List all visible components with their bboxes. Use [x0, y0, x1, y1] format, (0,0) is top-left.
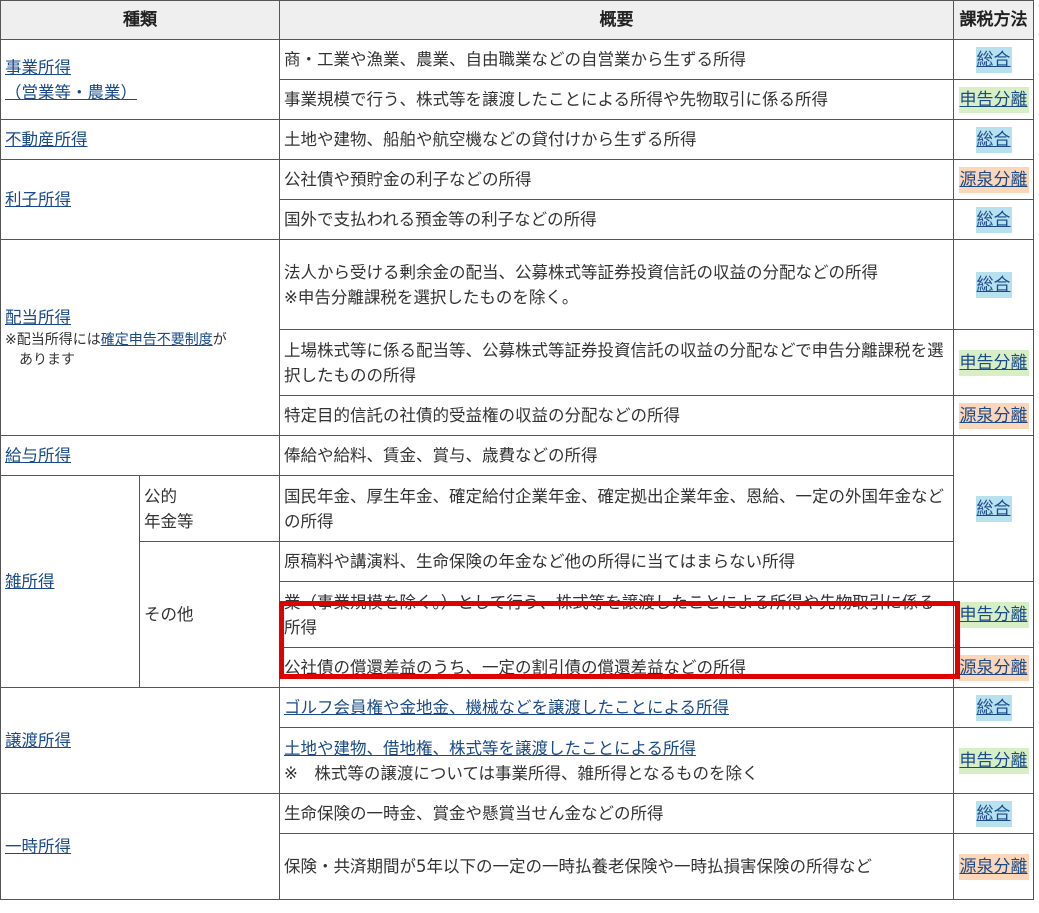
tax-cell: 源泉分離: [953, 159, 1034, 200]
tax-cell: 総合: [953, 687, 1034, 728]
table-row: 利子所得 公社債や預貯金の利子などの所得 源泉分離: [0, 159, 1034, 240]
tax-link-sogo[interactable]: 総合: [975, 46, 1012, 73]
type-cell-rishi: 利子所得: [0, 159, 280, 240]
tax-link-sogo[interactable]: 総合: [975, 495, 1012, 522]
summary-cell: 国外で支払われる預金等の利子などの所得: [279, 199, 954, 240]
tax-cell: 総合: [953, 239, 1034, 330]
income-types-table: 種類 概要 課税方法 事業所得 （営業等・農業） 商・工業や漁業、農業、自由職業…: [0, 0, 1034, 900]
table-row: 給与所得 俸給や給料、賃金、賞与、歳費などの所得 総合: [0, 435, 1034, 582]
tax-cell: 総合: [953, 39, 1034, 80]
type-cell-jigyo: 事業所得 （営業等・農業）: [0, 39, 280, 120]
summary-cell: 土地や建物、借地権、株式等を譲渡したことによる所得 ※ 株式等の譲渡については事…: [279, 727, 954, 794]
tax-link-sogo[interactable]: 総合: [975, 694, 1012, 721]
link-rishi-shotoku[interactable]: 利子所得: [5, 190, 71, 209]
tax-link-sogo[interactable]: 総合: [975, 126, 1012, 153]
tax-cell: 源泉分離: [953, 647, 1034, 688]
table-row: 配当所得 ※配当所得には確定申告不要制度が あります 法人から受ける剰余金の配当…: [0, 239, 1034, 436]
header-summary: 概要: [279, 0, 954, 40]
table-row: その他 原稿料や講演料、生命保険の年金など他の所得に当てはまらない所得: [1, 541, 1034, 688]
type-cell-kyuyo: 給与所得: [0, 435, 280, 476]
tax-cell: 源泉分離: [953, 833, 1034, 900]
type-cell-haito: 配当所得 ※配当所得には確定申告不要制度が あります: [0, 239, 280, 436]
tax-link-sogo[interactable]: 総合: [975, 206, 1012, 233]
table-row: 不動産所得 土地や建物、船舶や航空機などの貸付けから生ずる所得 総合: [0, 119, 1034, 160]
summary-cell: 上場株式等に係る配当等、公募株式等証券投資信託の収益の分配などで申告分離課税を選…: [279, 329, 954, 396]
table-row: 雑所得 公的 年金等 国民年金、厚生年金、確定給付企業年金、確定拠出企業年金、恩…: [0, 475, 1034, 688]
summary-cell: ゴルフ会員権や金地金、機械などを譲渡したことによる所得: [279, 687, 954, 728]
tax-link-shinkoku[interactable]: 申告分離: [958, 747, 1029, 774]
subtype-cell-sonota: その他: [139, 541, 280, 688]
link-joto-shotoku[interactable]: 譲渡所得: [5, 731, 71, 750]
table-row: 一時所得 生命保険の一時金、賞金や懸賞当せん金などの所得 総合: [0, 793, 1034, 900]
tax-cell: 総合: [953, 793, 1034, 834]
summary-cell-highlighted: 業（事業規模を除く。）として行う、株式等を譲渡したことによる所得や先物取引に係る…: [279, 581, 954, 648]
link-land-buildings[interactable]: 土地や建物、借地権、株式等を譲渡したことによる所得: [284, 739, 696, 758]
summary-cell: 国民年金、厚生年金、確定給付企業年金、確定拠出企業年金、恩給、一定の外国年金など…: [279, 475, 954, 542]
subtype-cell-koteki: 公的 年金等: [139, 475, 280, 542]
tax-link-sogo[interactable]: 総合: [975, 271, 1012, 298]
link-zatsu-shotoku[interactable]: 雑所得: [5, 572, 55, 591]
link-eigyo-nogyo[interactable]: （営業等・農業）: [5, 83, 137, 102]
link-jigyo-shotoku[interactable]: 事業所得: [5, 58, 71, 77]
summary-cell: 土地や建物、船舶や航空機などの貸付けから生ずる所得: [279, 119, 954, 160]
type-cell-ichiji: 一時所得: [0, 793, 280, 900]
link-haito-shotoku[interactable]: 配当所得: [5, 308, 71, 327]
tax-cell: 源泉分離: [953, 395, 1034, 436]
haito-note-line2: あります: [19, 352, 75, 368]
tax-link-shinkoku[interactable]: 申告分離: [958, 86, 1029, 113]
summary-cell: 特定目的信託の社債的受益権の収益の分配などの所得: [279, 395, 954, 436]
header-tax-method: 課税方法: [953, 0, 1034, 40]
type-cell-joto: 譲渡所得: [0, 687, 280, 794]
summary-cell: 商・工業や漁業、農業、自由職業などの自営業から生ずる所得: [279, 39, 954, 80]
type-cell-fudosan: 不動産所得: [0, 119, 280, 160]
summary-cell: 事業規模で行う、株式等を譲渡したことによる所得や先物取引に係る所得: [279, 79, 954, 120]
summary-cell: 生命保険の一時金、賞金や懸賞当せん金などの所得: [279, 793, 954, 834]
tax-cell: 申告分離: [953, 79, 1034, 120]
link-kyuyo-shotoku[interactable]: 給与所得: [5, 446, 71, 465]
summary-cell: 保険・共済期間が5年以下の一定の一時払養老保険や一時払損害保険の所得など: [279, 833, 954, 900]
tax-link-gensen[interactable]: 源泉分離: [958, 166, 1029, 193]
link-fudosan-shotoku[interactable]: 不動産所得: [5, 130, 88, 149]
link-golf-membership[interactable]: ゴルフ会員権や金地金、機械などを譲渡したことによる所得: [284, 698, 729, 717]
tax-link-shinkoku[interactable]: 申告分離: [958, 349, 1029, 376]
tax-link-gensen[interactable]: 源泉分離: [958, 853, 1029, 880]
header-type: 種類: [0, 0, 280, 40]
income-tax-table-container: 種類 概要 課税方法 事業所得 （営業等・農業） 商・工業や漁業、農業、自由職業…: [0, 0, 1039, 913]
link-ichiji-shotoku[interactable]: 一時所得: [5, 837, 71, 856]
tax-cell: 総合: [953, 435, 1034, 582]
table-row: 事業所得 （営業等・農業） 商・工業や漁業、農業、自由職業などの自営業から生ずる…: [0, 39, 1034, 120]
table-header-row: 種類 概要 課税方法: [0, 0, 1034, 40]
table-row: 譲渡所得 ゴルフ会員権や金地金、機械などを譲渡したことによる所得 総合: [0, 687, 1034, 794]
summary-cell: 公社債の償還差益のうち、一定の割引債の償還差益などの所得: [279, 647, 954, 688]
haito-note: ※配当所得には確定申告不要制度が: [5, 332, 227, 348]
tax-cell: 総合: [953, 119, 1034, 160]
tax-link-shinkoku[interactable]: 申告分離: [958, 601, 1029, 628]
tax-link-gensen[interactable]: 源泉分離: [958, 402, 1029, 429]
summary-cell: 原稿料や講演料、生命保険の年金など他の所得に当てはまらない所得: [279, 541, 954, 582]
tax-cell: 申告分離: [953, 329, 1034, 396]
summary-cell: 公社債や預貯金の利子などの所得: [279, 159, 954, 200]
tax-cell: 申告分離: [953, 581, 1034, 648]
tax-link-sogo[interactable]: 総合: [975, 800, 1012, 827]
type-cell-zatsu: 雑所得: [0, 475, 140, 688]
link-kakutei-shinkoku-fuyo[interactable]: 確定申告不要制度: [101, 332, 213, 348]
tax-link-gensen[interactable]: 源泉分離: [958, 654, 1029, 681]
summary-cell: 俸給や給料、賃金、賞与、歳費などの所得: [279, 435, 954, 476]
tax-cell: 総合: [953, 199, 1034, 240]
tax-cell: 申告分離: [953, 727, 1034, 794]
summary-cell: 法人から受ける剰余金の配当、公募株式等証券投資信託の収益の分配などの所得 ※申告…: [279, 239, 954, 330]
